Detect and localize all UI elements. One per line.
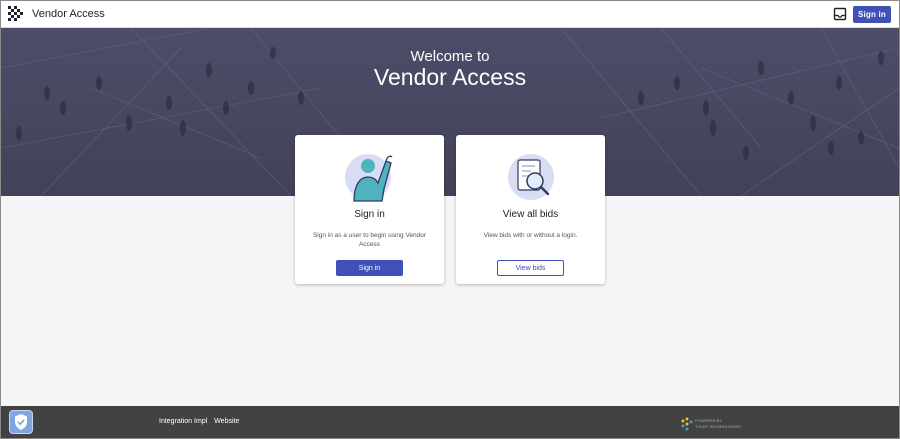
- welcome-line-2: Vendor Access: [373, 64, 527, 90]
- sign-in-card: Sign in Sign in as a user to begin using…: [295, 135, 444, 284]
- view-bids-button[interactable]: View bids: [497, 260, 564, 276]
- top-app-bar: Vendor Access Sign in: [1, 1, 899, 28]
- tyler-logo[interactable]: POWERED BY TYLER TECHNOLOGIES: [679, 415, 749, 433]
- magnifier-document-icon: [508, 154, 554, 200]
- sign-in-button[interactable]: Sign in: [336, 260, 403, 276]
- tyler-technologies-text: TYLER TECHNOLOGIES: [695, 424, 741, 429]
- view-bids-card: View all bids View bids with or without …: [456, 135, 605, 284]
- footer: Integration Impl Website POWERED BY TYLE…: [1, 406, 899, 438]
- vendor-access-logo[interactable]: [7, 5, 25, 23]
- shield-icon[interactable]: [9, 410, 33, 434]
- hero-banner: Welcome to Vendor Access: [1, 28, 899, 196]
- footer-links: Integration Impl Website: [159, 418, 244, 425]
- tray-icon[interactable]: [833, 7, 847, 21]
- header-sign-in-button[interactable]: Sign in: [853, 5, 891, 23]
- sign-in-card-description: Sign in as a user to begin using Vendor …: [312, 232, 427, 248]
- view-bids-card-description: View bids with or without a login.: [483, 232, 578, 239]
- welcome-line-1: Welcome to: [410, 48, 490, 65]
- powered-by-text: POWERED BY: [695, 418, 722, 423]
- sign-in-card-title: Sign in: [354, 209, 385, 220]
- raised-hand-person-icon: [345, 154, 393, 202]
- footer-link-integration-impl[interactable]: Integration Impl: [159, 418, 207, 425]
- footer-link-website[interactable]: Website: [214, 418, 239, 425]
- shield-glyph: [15, 414, 27, 430]
- app-title: Vendor Access: [32, 8, 105, 20]
- view-bids-card-title: View all bids: [502, 209, 559, 220]
